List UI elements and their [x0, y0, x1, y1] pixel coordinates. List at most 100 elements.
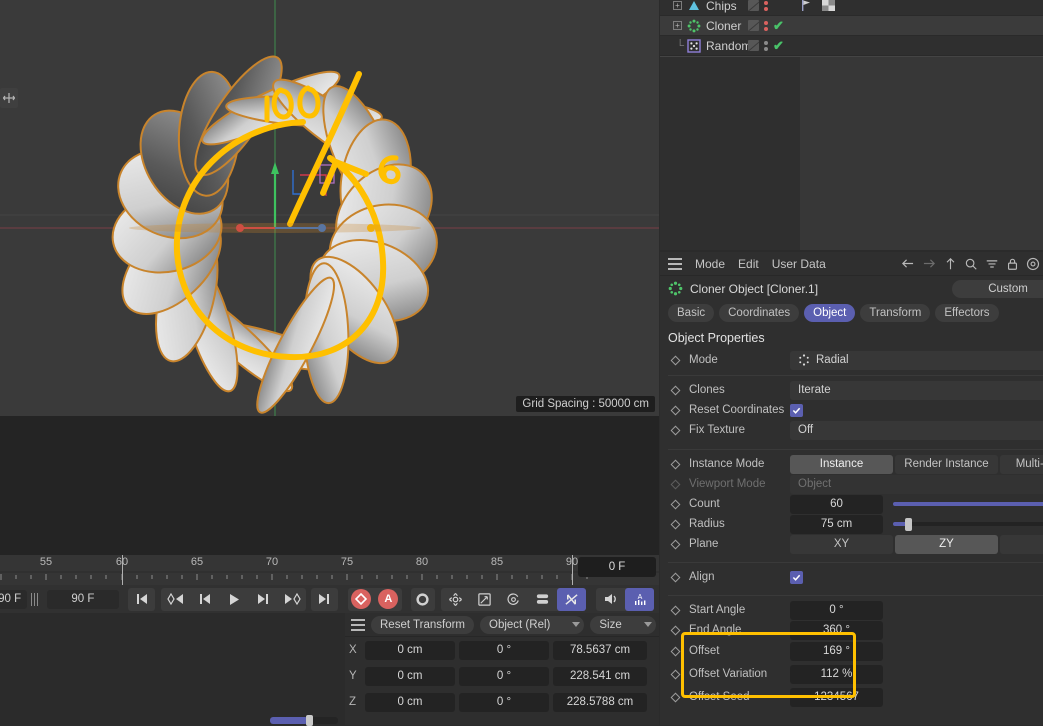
- checkbox-reset-coordinates[interactable]: [790, 404, 803, 417]
- rotation-y-field[interactable]: 0 °: [459, 667, 549, 686]
- tab-object[interactable]: Object: [804, 304, 855, 322]
- segment-xz[interactable]: XZ: [1000, 535, 1043, 554]
- tab-coordinates[interactable]: Coordinates: [719, 304, 799, 322]
- pla-key-button[interactable]: [557, 588, 586, 611]
- animate-diamond-instance-mode[interactable]: [671, 459, 681, 469]
- search-icon[interactable]: [964, 257, 978, 271]
- timeline-ruler[interactable]: 55 60 65 70 75 80 85 90 0 F: [0, 555, 659, 585]
- animate-diamond-offset[interactable]: [671, 646, 681, 656]
- range-end-field[interactable]: 90 F: [47, 590, 119, 609]
- field-offset-variation[interactable]: 112 %: [790, 665, 883, 684]
- go-to-start-button[interactable]: [128, 588, 155, 611]
- keyframe-settings-button[interactable]: [411, 588, 435, 611]
- field-offset-seed[interactable]: 1234567: [790, 688, 883, 707]
- dropdown-mode[interactable]: Radial: [790, 351, 1043, 370]
- param-key-button[interactable]: [528, 588, 557, 611]
- object-tags-cloner[interactable]: ✔: [748, 19, 784, 32]
- menu-edit[interactable]: Edit: [738, 257, 759, 271]
- enabled-check-random[interactable]: ✔: [773, 39, 784, 52]
- slider-count[interactable]: [893, 502, 1043, 506]
- field-radius[interactable]: 75 cm: [790, 515, 883, 534]
- object-tags-chips[interactable]: [748, 0, 768, 11]
- field-end-angle[interactable]: 360 °: [790, 621, 883, 640]
- tag-square-icon-1[interactable]: [748, 0, 759, 11]
- segment-multi-instance[interactable]: Multi-Instance: [1000, 455, 1043, 474]
- bottom-slider[interactable]: [270, 717, 338, 724]
- field-offset[interactable]: 169 °: [790, 642, 883, 661]
- object-row-cloner[interactable]: + Cloner ✔: [660, 16, 1043, 36]
- position-key-button[interactable]: [441, 588, 470, 611]
- record-keyframe-button[interactable]: [348, 588, 375, 611]
- position-z-field[interactable]: 0 cm: [365, 693, 455, 712]
- bottom-slider-knob[interactable]: [306, 715, 313, 726]
- tab-effectors[interactable]: Effectors: [935, 304, 998, 322]
- menu-user-data[interactable]: User Data: [772, 257, 826, 271]
- animate-diamond-fix-texture[interactable]: [671, 425, 681, 435]
- tag-square-icon-2[interactable]: [748, 20, 759, 31]
- target-icon[interactable]: [1026, 257, 1040, 271]
- tab-basic[interactable]: Basic: [668, 304, 714, 322]
- next-frame-button[interactable]: [248, 588, 277, 611]
- forward-arrow-icon[interactable]: [922, 257, 937, 270]
- size-y-field[interactable]: 228.541 cm: [553, 667, 647, 686]
- dropdown-clones[interactable]: Iterate: [790, 381, 1043, 400]
- tab-transform[interactable]: Transform: [860, 304, 930, 322]
- sound-display-button[interactable]: A: [625, 588, 654, 611]
- segment-zy[interactable]: ZY: [895, 535, 998, 554]
- slider-radius-knob[interactable]: [905, 518, 912, 531]
- animate-diamond-start-angle[interactable]: [671, 605, 681, 615]
- rotation-key-button[interactable]: [499, 588, 528, 611]
- dropdown-fix-texture[interactable]: Off: [790, 421, 1043, 440]
- filter-icon[interactable]: [985, 257, 999, 270]
- animate-diamond-clones[interactable]: [671, 385, 681, 395]
- menu-icon-attr[interactable]: [668, 258, 682, 270]
- coordinate-mode-dropdown[interactable]: Object (Rel): [480, 616, 584, 634]
- object-tags-random[interactable]: ✔: [748, 39, 784, 52]
- play-button[interactable]: [219, 588, 248, 611]
- range-grip[interactable]: [31, 593, 38, 606]
- expand-toggle-chips[interactable]: +: [660, 1, 684, 10]
- animate-diamond-end-angle[interactable]: [671, 625, 681, 635]
- previous-key-button[interactable]: [161, 588, 190, 611]
- range-start-field[interactable]: 90 F: [0, 590, 27, 609]
- enabled-check-cloner[interactable]: ✔: [773, 19, 784, 32]
- visibility-dots-chips[interactable]: [764, 1, 768, 11]
- scale-key-button[interactable]: [470, 588, 499, 611]
- animate-diamond-offset-seed[interactable]: [671, 692, 681, 702]
- animate-diamond-radius[interactable]: [671, 519, 681, 529]
- expand-toggle-cloner[interactable]: +: [660, 21, 684, 30]
- preset-dropdown[interactable]: Custom: [952, 280, 1043, 298]
- visibility-dots-random[interactable]: [764, 41, 768, 51]
- object-extra-tags[interactable]: [800, 0, 836, 12]
- timeline-playhead-a[interactable]: [122, 555, 123, 585]
- rotation-x-field[interactable]: 0 °: [459, 641, 549, 660]
- object-row-random[interactable]: └ Random ✔: [660, 36, 1043, 56]
- rotation-z-field[interactable]: 0 °: [459, 693, 549, 712]
- up-arrow-icon[interactable]: [944, 257, 957, 271]
- size-mode-dropdown[interactable]: Size: [590, 616, 655, 634]
- size-x-field[interactable]: 78.5637 cm: [553, 641, 647, 660]
- segment-render-instance[interactable]: Render Instance: [895, 455, 998, 474]
- tag-square-icon-3[interactable]: [748, 40, 759, 51]
- segment-xy[interactable]: XY: [790, 535, 893, 554]
- object-row-chips[interactable]: + Chips: [660, 0, 1043, 16]
- position-x-field[interactable]: 0 cm: [365, 641, 455, 660]
- animate-diamond-count[interactable]: [671, 499, 681, 509]
- go-to-end-button[interactable]: [311, 588, 338, 611]
- lock-icon[interactable]: [1006, 257, 1019, 271]
- size-z-field[interactable]: 228.5788 cm: [553, 693, 647, 712]
- animate-diamond-align[interactable]: [671, 572, 681, 582]
- viewport-panel-handle[interactable]: [0, 88, 18, 108]
- position-y-field[interactable]: 0 cm: [365, 667, 455, 686]
- animate-diamond-offset-variation[interactable]: [671, 669, 681, 679]
- menu-mode[interactable]: Mode: [695, 257, 725, 271]
- visibility-dots-cloner[interactable]: [764, 21, 768, 31]
- timeline-playhead-b[interactable]: [572, 555, 573, 585]
- current-frame-field[interactable]: 0 F: [578, 557, 656, 577]
- next-key-button[interactable]: [277, 588, 306, 611]
- previous-frame-button[interactable]: [190, 588, 219, 611]
- autokey-button[interactable]: A: [375, 588, 402, 611]
- animate-diamond-mode[interactable]: [671, 355, 681, 365]
- field-start-angle[interactable]: 0 °: [790, 601, 883, 620]
- menu-icon[interactable]: [351, 619, 365, 631]
